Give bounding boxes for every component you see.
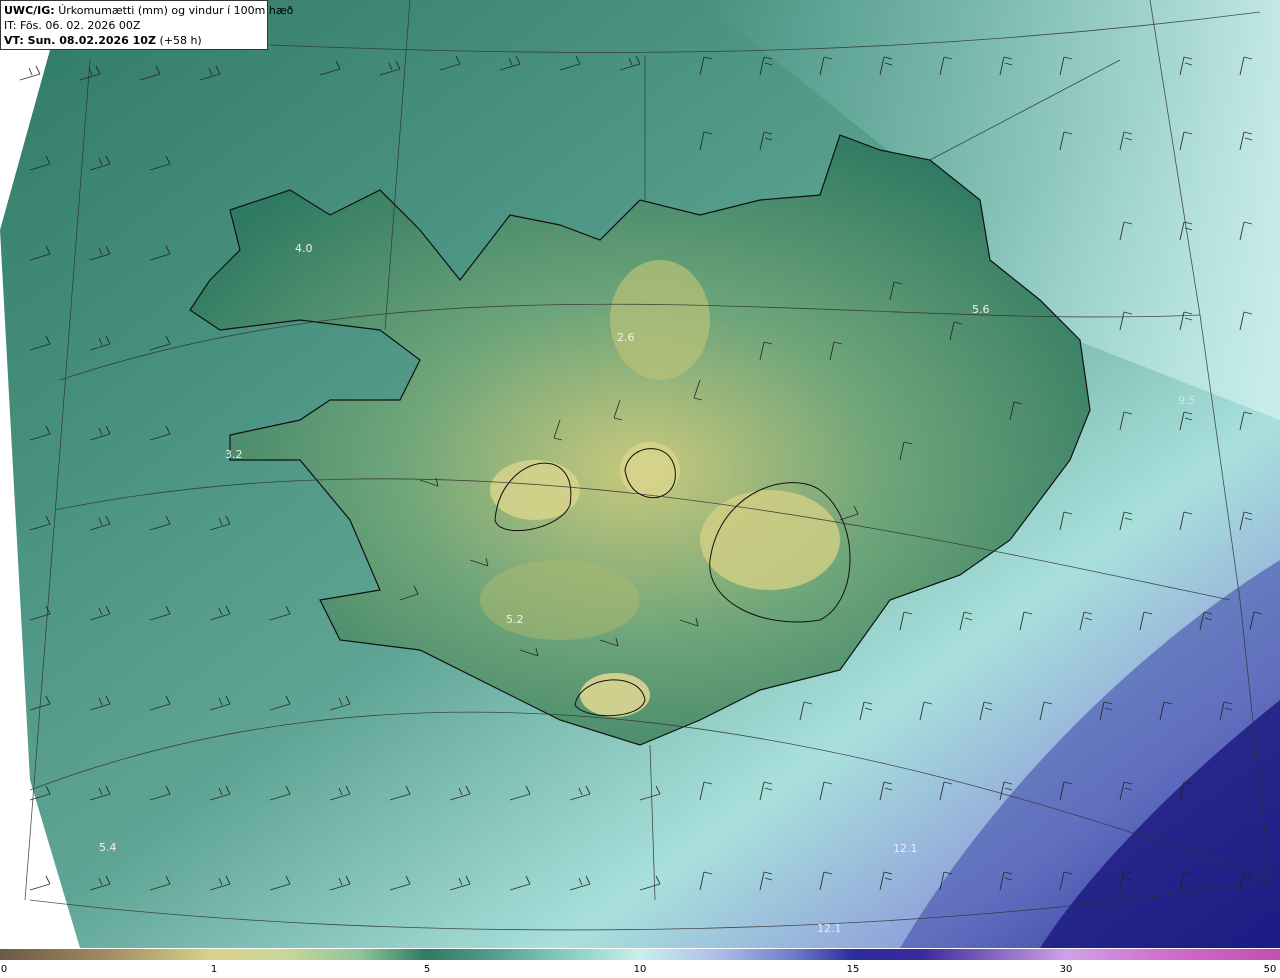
valid-time: VT: Sun. 08.02.2026 10Z <box>4 34 156 47</box>
colorbar-tick: 50 <box>1263 964 1277 975</box>
value-label-westfjords: 4.0 <box>295 242 313 255</box>
map-header: UWC/IG: Úrkomumætti (mm) og vindur í 100… <box>0 0 293 50</box>
valid-time-line: VT: Sun. 08.02.2026 10Z (+58 h) <box>4 33 264 48</box>
value-label-southwest-sea: 5.4 <box>99 841 117 854</box>
value-label-snaefellsnes: 3.2 <box>225 448 243 461</box>
colorbar <box>0 949 1280 960</box>
highland-patch <box>700 490 840 590</box>
colorbar-legend: 0 1 5 10 15 30 50 <box>0 948 1280 978</box>
colorbar-tick: 10 <box>633 964 647 975</box>
value-label-north: 2.6 <box>617 331 635 344</box>
value-label-south: 5.2 <box>506 613 524 626</box>
highland-patch <box>610 260 710 380</box>
colorbar-tick: 0 <box>0 964 8 975</box>
colorbar-tick: 5 <box>423 964 431 975</box>
value-label-east-sea: 9.5 <box>1178 394 1196 407</box>
value-label-southeast-sea: 12.1 <box>893 842 918 855</box>
model-name: UWC/IG: <box>4 4 55 17</box>
colorbar-tick: 1 <box>210 964 218 975</box>
value-label-east: 5.6 <box>972 303 990 316</box>
precipitable-water-map: 4.0 3.2 2.6 5.6 5.2 5.4 12.1 12.1 9.5 <box>0 0 1280 948</box>
highland-patch <box>480 560 640 640</box>
title-line: UWC/IG: Úrkomumætti (mm) og vindur í 100… <box>4 3 293 18</box>
value-label-bottom-sea: 12.1 <box>817 922 842 935</box>
colorbar-tick: 30 <box>1059 964 1073 975</box>
forecast-hour: (+58 h) <box>159 34 202 47</box>
map-title: Úrkomumætti (mm) og vindur í 100m hæð <box>58 4 294 17</box>
colorbar-tick: 15 <box>846 964 860 975</box>
init-time: IT: Fös. 06. 02. 2026 00Z <box>4 19 141 32</box>
